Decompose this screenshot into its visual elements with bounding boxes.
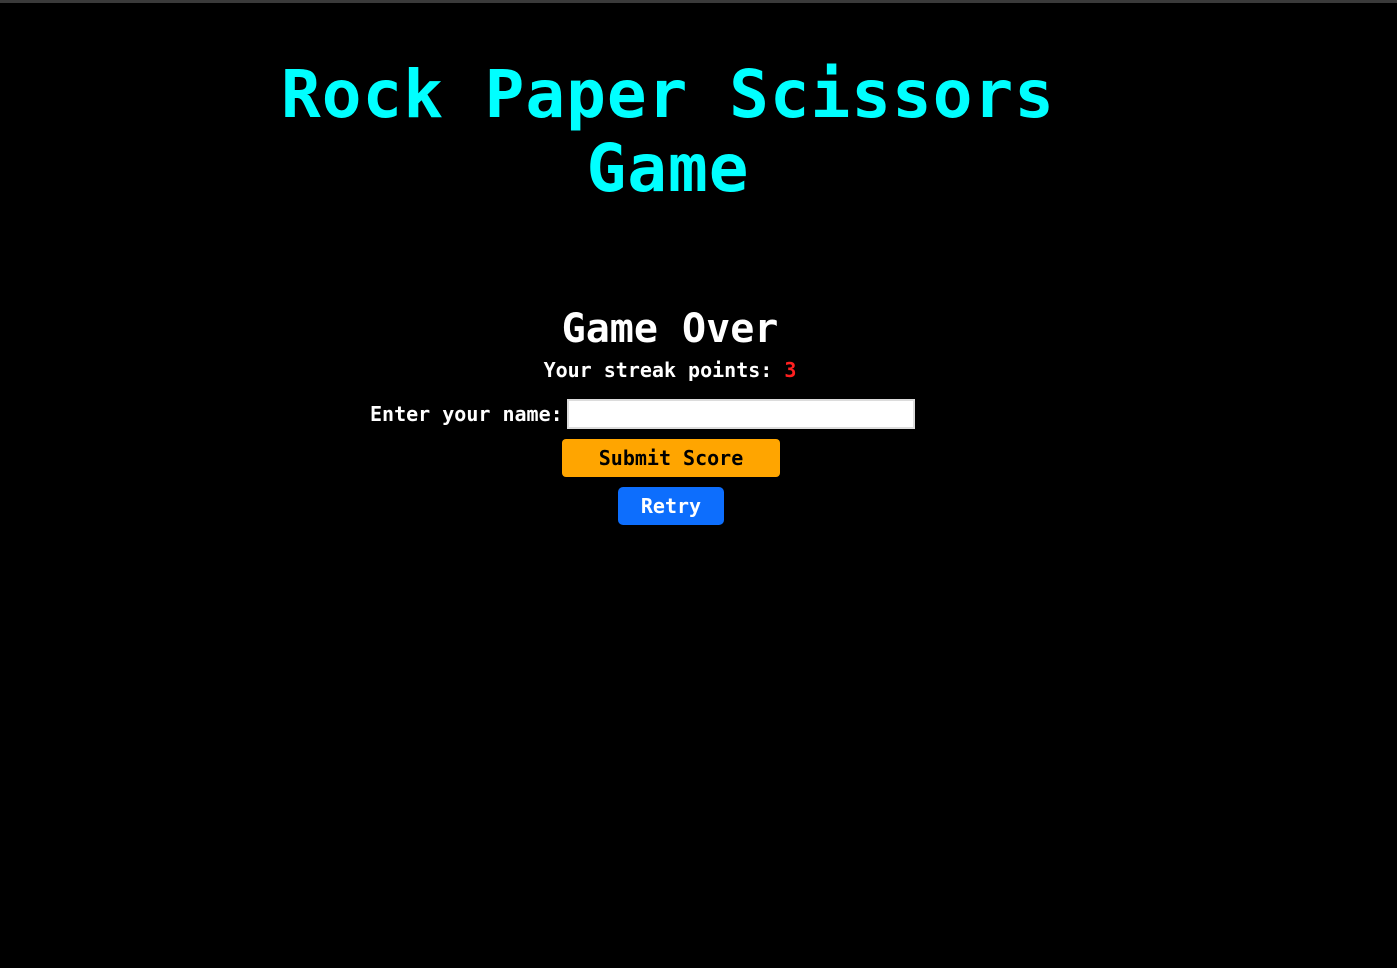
- page-title: Rock Paper Scissors Game: [168, 58, 1168, 206]
- name-entry-row: Enter your name:: [370, 398, 915, 430]
- name-input[interactable]: [566, 399, 915, 429]
- streak-points-line: Your streak points: 3: [0, 356, 1340, 384]
- page-title-line1: Rock Paper Scissors: [281, 56, 1055, 133]
- submit-score-button[interactable]: Submit Score: [562, 439, 780, 477]
- name-label: Enter your name:: [370, 402, 563, 426]
- game-over-panel: Game Over: [0, 302, 1340, 356]
- game-over-heading: Game Over: [561, 306, 779, 352]
- window-top-edge: [0, 0, 1397, 3]
- page-title-line2: Game: [586, 130, 750, 207]
- streak-points-value: 3: [784, 358, 797, 382]
- streak-points-label: Your streak points:: [543, 358, 773, 382]
- retry-button[interactable]: Retry: [618, 487, 724, 525]
